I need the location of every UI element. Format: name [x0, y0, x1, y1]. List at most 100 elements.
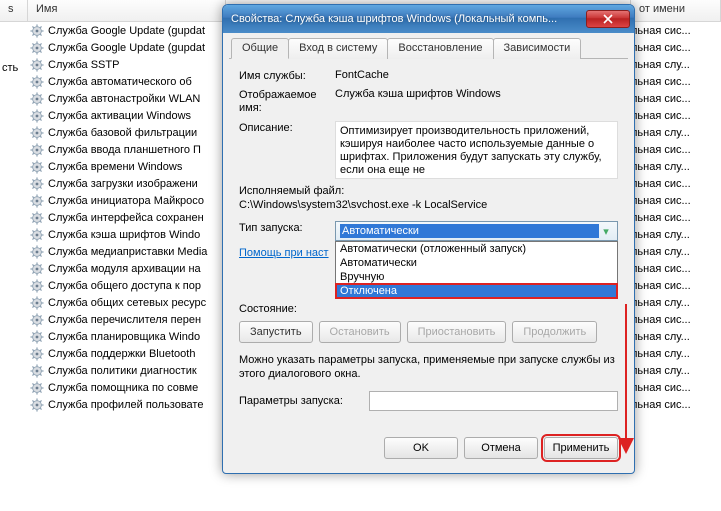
- chevron-down-icon: ▾: [599, 225, 613, 238]
- help-link[interactable]: Помощь при наст: [239, 247, 329, 259]
- startup-type-label: Тип запуска:: [239, 221, 335, 241]
- service-account: льная слу...: [631, 246, 721, 258]
- service-icon: [30, 347, 44, 361]
- service-name: Служба политики диагностик: [48, 365, 232, 377]
- description-text: Оптимизирует производительность приложен…: [335, 121, 618, 179]
- startup-opt-disabled[interactable]: Отключена: [336, 284, 617, 298]
- service-account: льная сис...: [631, 212, 721, 224]
- service-account: льная сис...: [631, 93, 721, 105]
- apply-button[interactable]: Применить: [544, 437, 618, 459]
- service-account: льная слу...: [631, 297, 721, 309]
- properties-dialog: Свойства: Служба кэша шрифтов Windows (Л…: [222, 4, 635, 474]
- startup-opt-auto[interactable]: Автоматически: [336, 256, 617, 270]
- tab-recovery[interactable]: Восстановление: [387, 38, 493, 59]
- service-account: льная сис...: [631, 110, 721, 122]
- startup-opt-manual[interactable]: Вручную: [336, 270, 617, 284]
- service-icon: [30, 296, 44, 310]
- col-account[interactable]: от имени: [631, 0, 721, 21]
- col-name[interactable]: Имя: [28, 0, 226, 21]
- service-name: Служба профилей пользовате: [48, 399, 232, 411]
- service-name: Служба Google Update (gupdat: [48, 42, 232, 54]
- service-account: льная слу...: [631, 348, 721, 360]
- cancel-button[interactable]: Отмена: [464, 437, 538, 459]
- service-account: льная сис...: [631, 263, 721, 275]
- executable-label: Исполняемый файл:: [239, 185, 618, 197]
- ok-button[interactable]: OK: [384, 437, 458, 459]
- service-name: Служба интерфейса сохранен: [48, 212, 232, 224]
- startup-note: Можно указать параметры запуска, применя…: [239, 353, 618, 381]
- close-icon: [603, 14, 613, 24]
- service-account: льная сис...: [631, 144, 721, 156]
- tab-body-general: Имя службы: FontCache Отображаемое имя: …: [229, 59, 628, 417]
- service-name: Служба кэша шрифтов Windo: [48, 229, 232, 241]
- service-name: Служба инициатора Майкросо: [48, 195, 232, 207]
- service-name: Служба общего доступа к пор: [48, 280, 232, 292]
- sidebar-fragment: сть: [2, 62, 18, 74]
- tab-general[interactable]: Общие: [231, 38, 289, 59]
- service-account: льная сис...: [631, 399, 721, 411]
- tab-logon[interactable]: Вход в систему: [288, 38, 388, 59]
- startup-opt-delayed[interactable]: Автоматически (отложенный запуск): [336, 242, 617, 256]
- service-account: льная сис...: [631, 195, 721, 207]
- service-name: Служба загрузки изображени: [48, 178, 232, 190]
- service-account: льная сис...: [631, 178, 721, 190]
- service-icon: [30, 364, 44, 378]
- service-name: Служба планировщика Windo: [48, 331, 232, 343]
- tab-strip: Общие Вход в систему Восстановление Зави…: [229, 37, 628, 59]
- service-icon: [30, 177, 44, 191]
- service-name: Служба времени Windows: [48, 161, 232, 173]
- service-icon: [30, 109, 44, 123]
- service-icon: [30, 398, 44, 412]
- service-icon: [30, 160, 44, 174]
- startup-type-dropdown: Автоматически (отложенный запуск) Автома…: [335, 241, 618, 299]
- startup-type-selected: Автоматически: [340, 224, 599, 238]
- tab-dependencies[interactable]: Зависимости: [493, 38, 582, 59]
- service-name: Служба модуля архивации на: [48, 263, 232, 275]
- service-icon: [30, 92, 44, 106]
- service-icon: [30, 211, 44, 225]
- service-name: Служба автонастройки WLAN: [48, 93, 232, 105]
- pause-button[interactable]: Приостановить: [407, 321, 507, 343]
- service-name-label: Имя службы:: [239, 69, 335, 82]
- service-account: льная слу...: [631, 127, 721, 139]
- service-account: льная сис...: [631, 280, 721, 292]
- stop-button[interactable]: Остановить: [319, 321, 401, 343]
- service-account: льная слу...: [631, 161, 721, 173]
- service-name: Служба перечислителя перен: [48, 314, 232, 326]
- service-icon: [30, 313, 44, 327]
- service-name-value: FontCache: [335, 69, 618, 82]
- titlebar[interactable]: Свойства: Служба кэша шрифтов Windows (Л…: [223, 5, 634, 33]
- service-icon: [30, 279, 44, 293]
- service-name: Служба помощника по совме: [48, 382, 232, 394]
- executable-path: C:\Windows\system32\svchost.exe -k Local…: [239, 199, 618, 211]
- service-name: Служба SSTP: [48, 59, 232, 71]
- service-name: Служба Google Update (gupdat: [48, 25, 232, 37]
- resume-button[interactable]: Продолжить: [512, 321, 597, 343]
- service-icon: [30, 143, 44, 157]
- service-name: Служба общих сетевых ресурс: [48, 297, 232, 309]
- display-name-value: Служба кэша шрифтов Windows: [335, 88, 618, 115]
- service-account: льная сис...: [631, 382, 721, 394]
- close-button[interactable]: [586, 10, 630, 28]
- service-account: льная слу...: [631, 365, 721, 377]
- service-account: льная слу...: [631, 331, 721, 343]
- service-icon: [30, 41, 44, 55]
- service-icon: [30, 24, 44, 38]
- startup-type-select[interactable]: Автоматически ▾: [335, 221, 618, 241]
- service-icon: [30, 58, 44, 72]
- service-name: Служба ввода планшетного П: [48, 144, 232, 156]
- service-account: льная сис...: [631, 314, 721, 326]
- col-s[interactable]: s: [0, 0, 28, 21]
- service-account: льная сис...: [631, 42, 721, 54]
- service-icon: [30, 75, 44, 89]
- service-account: льная слу...: [631, 59, 721, 71]
- start-button[interactable]: Запустить: [239, 321, 313, 343]
- service-account: льная сис...: [631, 25, 721, 37]
- display-name-label: Отображаемое имя:: [239, 88, 335, 115]
- start-params-label: Параметры запуска:: [239, 395, 369, 407]
- service-icon: [30, 228, 44, 242]
- service-icon: [30, 126, 44, 140]
- start-params-input[interactable]: [369, 391, 618, 411]
- service-icon: [30, 245, 44, 259]
- service-icon: [30, 262, 44, 276]
